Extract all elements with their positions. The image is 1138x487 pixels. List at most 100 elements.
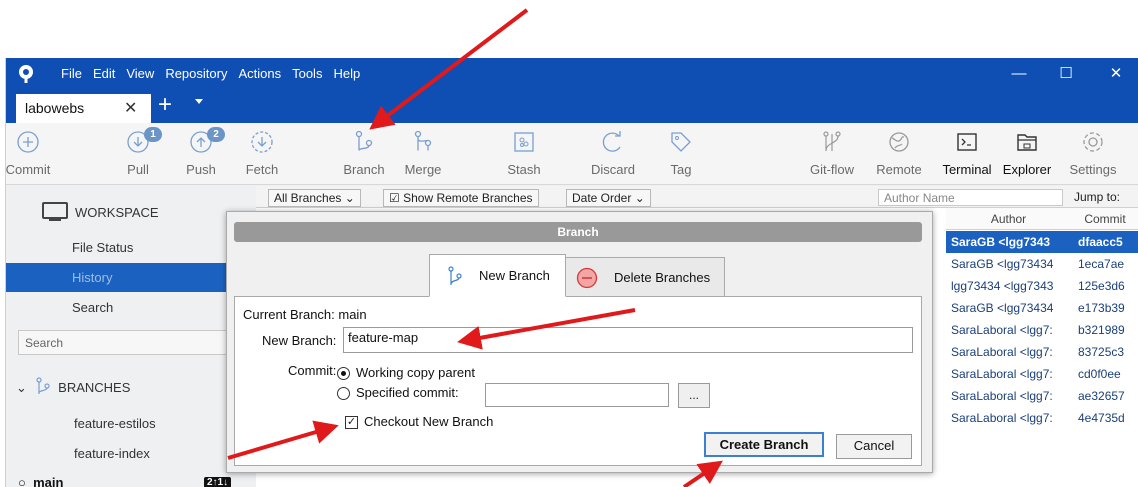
terminal-button[interactable]: Terminal	[937, 123, 997, 185]
menu-tools[interactable]: Tools	[292, 66, 322, 81]
sidebar-item-search[interactable]: Search	[6, 293, 256, 322]
tab-delete-branches-label: Delete Branches	[614, 270, 711, 285]
sidebar-item-file-status[interactable]: File Status	[6, 233, 256, 262]
date-order-dropdown[interactable]: Date Order ⌄	[566, 189, 651, 207]
discard-button[interactable]: Discard	[583, 123, 643, 185]
gitflow-button[interactable]: Git-flow	[802, 123, 862, 185]
dialog-title: Branch	[234, 222, 922, 242]
log-row[interactable]: SaraLaboral <lgg7: b321989	[946, 319, 1138, 341]
log-commit-hash: ae32657	[1078, 389, 1125, 403]
sidebar-branch-feature-estilos[interactable]: feature-estilos	[74, 416, 156, 431]
branches-header[interactable]: ⌄ BRANCHES	[16, 377, 130, 396]
push-count-badge: 2	[207, 127, 225, 142]
log-row[interactable]: SaraGB <lgg73434 1eca7ae	[946, 253, 1138, 275]
log-row[interactable]: lgg73434 <lgg7343 125e3d6	[946, 275, 1138, 297]
sidebar-search-placeholder: Search	[25, 336, 64, 350]
tab-new-branch[interactable]: New Branch	[429, 254, 566, 297]
title-bar: File Edit View Repository Actions Tools …	[6, 58, 1138, 90]
sidebar: WORKSPACE File Status History Search Sea…	[6, 186, 256, 487]
discard-icon	[602, 131, 621, 152]
folder-icon	[1017, 134, 1037, 151]
new-branch-name-field[interactable]	[344, 328, 912, 352]
toolbar: Commit 1 Pull 2 Push Fetch Branch Merge …	[6, 123, 1138, 185]
log-author: lgg73434 <lgg7343	[951, 279, 1054, 293]
new-branch-form: Current Branch: main New Branch: Commit:…	[234, 296, 922, 466]
pull-count-badge: 1	[144, 127, 162, 142]
dialog-tabs: New Branch Delete Branches	[429, 254, 725, 297]
terminal-label: Terminal	[942, 162, 992, 177]
sidebar-branch-feature-index[interactable]: feature-index	[74, 446, 150, 461]
branch-button[interactable]: Branch	[334, 123, 394, 185]
log-row[interactable]: SaraLaboral <lgg7: 83725c3	[946, 341, 1138, 363]
author-search-placeholder: Author Name	[884, 191, 955, 205]
current-branch-icon: ○	[18, 475, 26, 487]
create-branch-button[interactable]: Create Branch	[704, 432, 824, 457]
log-author: SaraLaboral <lgg7:	[951, 411, 1053, 425]
commit-column-header[interactable]: Commit	[1071, 208, 1138, 230]
log-row[interactable]: SaraLaboral <lgg7: cd0f0ee	[946, 363, 1138, 385]
new-branch-input[interactable]	[343, 327, 913, 353]
tab-dropdown-icon[interactable]	[195, 99, 203, 104]
log-commit-hash: 1eca7ae	[1078, 257, 1125, 271]
close-tab-icon[interactable]: ✕	[124, 98, 137, 118]
sourcetree-logo-icon	[19, 65, 33, 83]
terminal-icon	[957, 133, 977, 151]
minimize-button[interactable]: —	[999, 62, 1039, 86]
working-copy-parent-label: Working copy parent	[356, 365, 475, 380]
author-name-search[interactable]: Author Name	[878, 189, 1063, 206]
sidebar-item-history[interactable]: History	[6, 263, 256, 292]
gear-icon	[1083, 132, 1103, 152]
settings-button[interactable]: Settings	[1063, 123, 1123, 185]
remote-button[interactable]: Remote	[869, 123, 929, 185]
menu-file[interactable]: File	[61, 66, 82, 81]
menu-view[interactable]: View	[126, 66, 154, 81]
log-row[interactable]: SaraLaboral <lgg7: 4e4735d	[946, 407, 1138, 429]
history-filter-bar: All Branches ⌄ ☑ Show Remote Branches Da…	[256, 186, 1138, 208]
chevron-down-icon: ⌄	[16, 380, 27, 395]
all-branches-dropdown[interactable]: All Branches ⌄	[268, 189, 361, 207]
maximize-button[interactable]: ☐	[1046, 62, 1086, 86]
log-author: SaraGB <lgg7343	[951, 235, 1051, 249]
working-copy-parent-radio[interactable]	[337, 367, 350, 380]
checkout-new-branch-checkbox[interactable]: ✓	[345, 416, 358, 429]
jump-to-label: Jump to:	[1074, 190, 1121, 204]
log-row[interactable]: SaraGB <lgg73434 e173b39	[946, 297, 1138, 319]
log-row[interactable]: SaraLaboral <lgg7: ae32657	[946, 385, 1138, 407]
specified-commit-radio[interactable]	[337, 387, 350, 400]
cancel-button[interactable]: Cancel	[836, 434, 912, 459]
ahead-behind-badge: 2↑1↓	[204, 477, 232, 487]
menu-actions[interactable]: Actions	[238, 66, 281, 81]
log-author: SaraLaboral <lgg7:	[951, 323, 1053, 337]
merge-button[interactable]: Merge	[393, 123, 453, 185]
stash-icon	[514, 132, 534, 152]
repo-tab[interactable]: labowebs ✕	[16, 94, 151, 123]
menu-edit[interactable]: Edit	[93, 66, 115, 81]
specified-commit-input[interactable]	[485, 383, 669, 407]
menu-repository[interactable]: Repository	[165, 66, 227, 81]
author-column-header[interactable]: Author	[946, 208, 1071, 230]
log-commit-hash: e173b39	[1078, 301, 1125, 315]
workspace-header: WORKSPACE	[75, 205, 159, 220]
push-button[interactable]: 2 Push	[171, 123, 231, 185]
repo-tab-label: labowebs	[25, 100, 85, 116]
pull-button[interactable]: 1 Pull	[108, 123, 168, 185]
commit-button[interactable]: Commit	[6, 123, 58, 185]
commit-label: Commit:	[288, 363, 337, 378]
menu-help[interactable]: Help	[333, 66, 360, 81]
tag-button[interactable]: Tag	[651, 123, 711, 185]
log-commit-hash: 4e4735d	[1078, 411, 1125, 425]
fetch-icon	[251, 131, 273, 153]
tab-delete-branches[interactable]: Delete Branches	[565, 257, 725, 297]
stash-button[interactable]: Stash	[494, 123, 554, 185]
merge-label: Merge	[404, 162, 442, 177]
sidebar-branch-main[interactable]: ○ main	[18, 475, 63, 487]
sidebar-search-input[interactable]: Search	[18, 330, 250, 355]
add-tab-button[interactable]: +	[158, 91, 172, 119]
log-row[interactable]: SaraGB <lgg7343 dfaacc5	[946, 231, 1138, 253]
show-remote-branches-checkbox[interactable]: ☑ Show Remote Branches	[383, 189, 539, 207]
explorer-button[interactable]: Explorer	[997, 123, 1057, 185]
branch-icon	[355, 130, 373, 151]
close-window-button[interactable]: ✕	[1096, 62, 1136, 86]
browse-commit-button[interactable]: ...	[678, 383, 710, 408]
fetch-button[interactable]: Fetch	[232, 123, 292, 185]
